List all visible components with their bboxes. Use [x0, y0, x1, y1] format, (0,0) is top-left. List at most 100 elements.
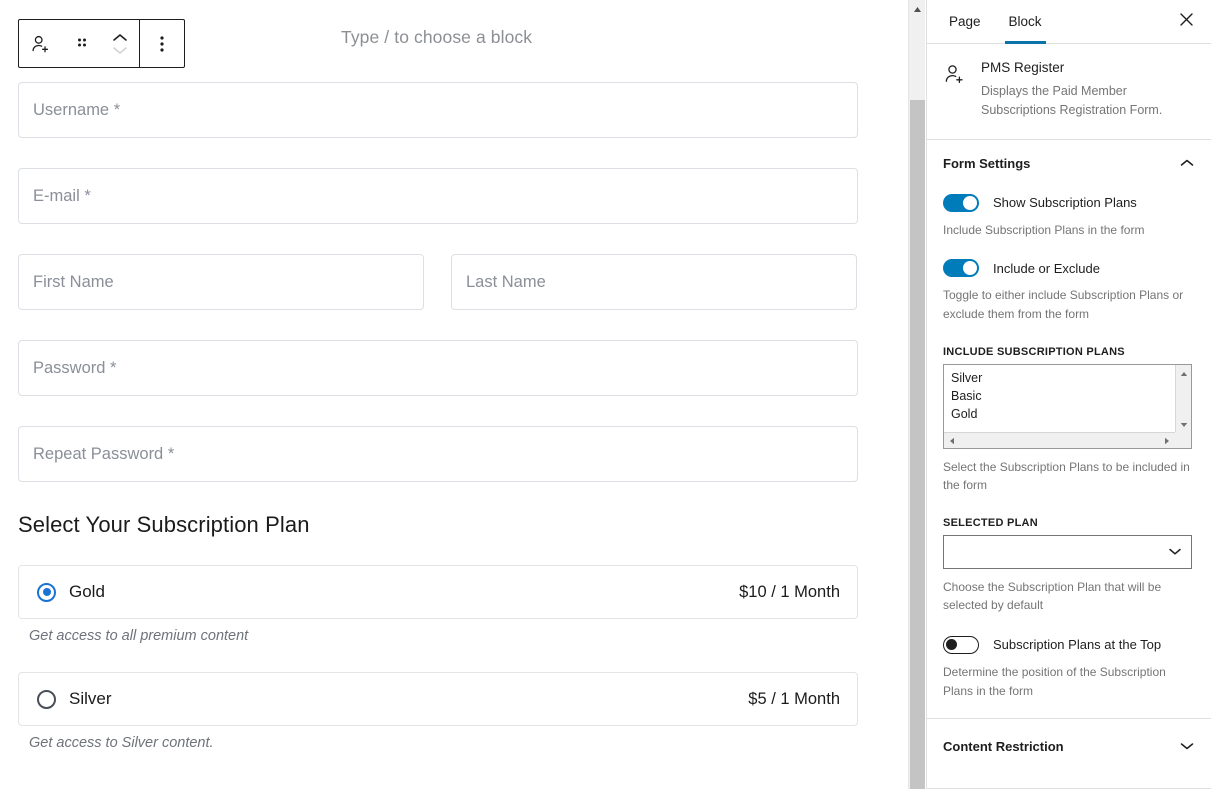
- subscription-plans-at-the-top-label: Subscription Plans at the Top: [993, 637, 1161, 652]
- include-or-exclude-label: Include or Exclude: [993, 261, 1100, 276]
- tab-block[interactable]: Block: [995, 0, 1056, 43]
- include-subscription-plans-label: Include Subscription Plans: [943, 346, 1195, 358]
- tab-page[interactable]: Page: [935, 0, 995, 43]
- subscription-plans-at-the-top-help: Determine the position of the Subscripti…: [943, 663, 1195, 700]
- plan-description-silver: Get access to Silver content.: [29, 735, 858, 751]
- editor-scrollbar[interactable]: [908, 0, 925, 789]
- plan-name-gold: Gold: [69, 582, 105, 602]
- chevron-up-icon: [1179, 155, 1195, 173]
- include-plans-options: Silver Basic Gold: [944, 365, 1191, 423]
- repeat-password-field[interactable]: Repeat Password *: [18, 426, 858, 482]
- listbox-scroll-right-button[interactable]: [1159, 433, 1175, 449]
- pms-register-form: Username * E-mail * First Name Last Name…: [18, 82, 858, 779]
- repeat-password-placeholder: Repeat Password *: [33, 445, 174, 464]
- block-options-button[interactable]: [140, 20, 184, 67]
- sidebar-tabs: Page Block: [927, 0, 1211, 44]
- include-or-exclude-row: Include or Exclude: [943, 259, 1195, 277]
- close-icon: [1179, 12, 1194, 30]
- block-type-button[interactable]: [19, 20, 63, 67]
- form-settings-panel-header[interactable]: Form Settings: [927, 140, 1211, 188]
- last-name-placeholder: Last Name: [466, 273, 546, 292]
- selected-plan-help: Choose the Subscription Plan that will b…: [943, 578, 1195, 615]
- selected-plan-label: Selected Plan: [943, 517, 1195, 529]
- block-prompt-text[interactable]: Type / to choose a block: [341, 27, 532, 48]
- listbox-scroll-up-button[interactable]: [1176, 365, 1192, 381]
- person-add-icon: [30, 33, 52, 55]
- listbox-horizontal-scrollbar[interactable]: [944, 432, 1175, 448]
- scroll-down-arrow-icon: [1180, 415, 1188, 433]
- move-block-up-button[interactable]: [111, 32, 129, 43]
- chevron-down-icon: [1179, 738, 1195, 756]
- plans-at-top-row: Subscription Plans at the Top: [943, 636, 1195, 654]
- drag-handle-icon: [75, 35, 89, 53]
- username-placeholder: Username *: [33, 101, 120, 120]
- include-plan-option-gold[interactable]: Gold: [951, 405, 1191, 423]
- show-subscription-plans-toggle[interactable]: [943, 194, 979, 212]
- listbox-scroll-left-button[interactable]: [944, 433, 960, 449]
- show-subscription-plans-label: Show Subscription Plans: [993, 195, 1137, 210]
- plan-option-silver-left: Silver: [37, 689, 112, 709]
- name-fields-row: First Name Last Name: [18, 254, 858, 310]
- first-name-placeholder: First Name: [33, 273, 114, 292]
- chevron-up-icon: [111, 32, 129, 43]
- scroll-up-arrow-icon: [913, 0, 922, 18]
- scroll-right-arrow-icon: [1164, 432, 1170, 449]
- plan-option-gold[interactable]: Gold $10 / 1 Month: [18, 565, 858, 619]
- email-placeholder: E-mail *: [33, 187, 91, 206]
- include-or-exclude-toggle[interactable]: [943, 259, 979, 277]
- include-subscription-plans-listbox[interactable]: Silver Basic Gold: [943, 364, 1192, 449]
- block-card-text: PMS Register Displays the Paid Member Su…: [981, 60, 1195, 121]
- chevron-down-icon: [111, 45, 129, 56]
- password-placeholder: Password *: [33, 359, 116, 378]
- drag-handle-button[interactable]: [63, 20, 101, 67]
- chevron-down-icon: [1168, 543, 1182, 561]
- block-toolbar: [18, 19, 185, 68]
- subscription-plans-at-the-top-toggle[interactable]: [943, 636, 979, 654]
- editor-canvas: Type / to choose a block Username * E-ma…: [0, 0, 905, 789]
- plan-name-silver: Silver: [69, 689, 112, 709]
- move-block-down-button[interactable]: [111, 45, 129, 56]
- content-restriction-title: Content Restriction: [943, 739, 1064, 754]
- subscription-plans-heading: Select Your Subscription Plan: [18, 512, 858, 538]
- last-name-field[interactable]: Last Name: [451, 254, 857, 310]
- editor-scrollbar-thumb[interactable]: [910, 100, 925, 789]
- show-subscription-plans-row: Show Subscription Plans: [943, 194, 1195, 212]
- include-or-exclude-help: Toggle to either include Subscription Pl…: [943, 286, 1195, 323]
- scroll-up-arrow-icon: [1180, 364, 1188, 382]
- listbox-scroll-down-button[interactable]: [1176, 416, 1192, 432]
- listbox-vertical-scrollbar[interactable]: [1175, 365, 1191, 432]
- first-name-field[interactable]: First Name: [18, 254, 424, 310]
- block-info-card: PMS Register Displays the Paid Member Su…: [927, 44, 1211, 140]
- move-block-buttons: [101, 20, 139, 67]
- plan-price-silver: $5 / 1 Month: [748, 690, 840, 709]
- include-plan-option-silver[interactable]: Silver: [951, 369, 1191, 387]
- include-plan-option-basic[interactable]: Basic: [951, 387, 1191, 405]
- plan-radio-silver[interactable]: [37, 690, 56, 709]
- content-restriction-panel-header[interactable]: Content Restriction: [927, 718, 1211, 774]
- email-field[interactable]: E-mail *: [18, 168, 858, 224]
- include-subscription-plans-help: Select the Subscription Plans to be incl…: [943, 458, 1195, 495]
- username-field[interactable]: Username *: [18, 82, 858, 138]
- plan-description-gold: Get access to all premium content: [29, 628, 858, 644]
- password-field[interactable]: Password *: [18, 340, 858, 396]
- block-card-title: PMS Register: [981, 60, 1195, 75]
- selected-plan-select[interactable]: [943, 535, 1192, 569]
- form-settings-panel-body: Show Subscription Plans Include Subscrip…: [927, 194, 1211, 718]
- person-add-icon: [943, 73, 967, 90]
- block-editor-screen: Type / to choose a block Username * E-ma…: [0, 0, 1211, 789]
- show-subscription-plans-help: Include Subscription Plans in the form: [943, 221, 1195, 240]
- block-card-icon-wrap: [943, 60, 967, 121]
- block-toolbar-main-group: [19, 20, 139, 67]
- block-toolbar-options-group: [139, 20, 184, 67]
- editor-scroll-up-button[interactable]: [909, 0, 926, 17]
- plan-price-gold: $10 / 1 Month: [739, 583, 840, 602]
- settings-sidebar: Page Block: [926, 0, 1211, 789]
- block-card-description: Displays the Paid Member Subscriptions R…: [981, 82, 1195, 121]
- plan-radio-gold[interactable]: [37, 583, 56, 602]
- plan-option-gold-left: Gold: [37, 582, 105, 602]
- plan-option-silver[interactable]: Silver $5 / 1 Month: [18, 672, 858, 726]
- form-settings-title: Form Settings: [943, 156, 1030, 171]
- close-sidebar-button[interactable]: [1169, 4, 1203, 38]
- scroll-left-arrow-icon: [949, 432, 955, 449]
- listbox-scrollbar-corner: [1175, 432, 1191, 448]
